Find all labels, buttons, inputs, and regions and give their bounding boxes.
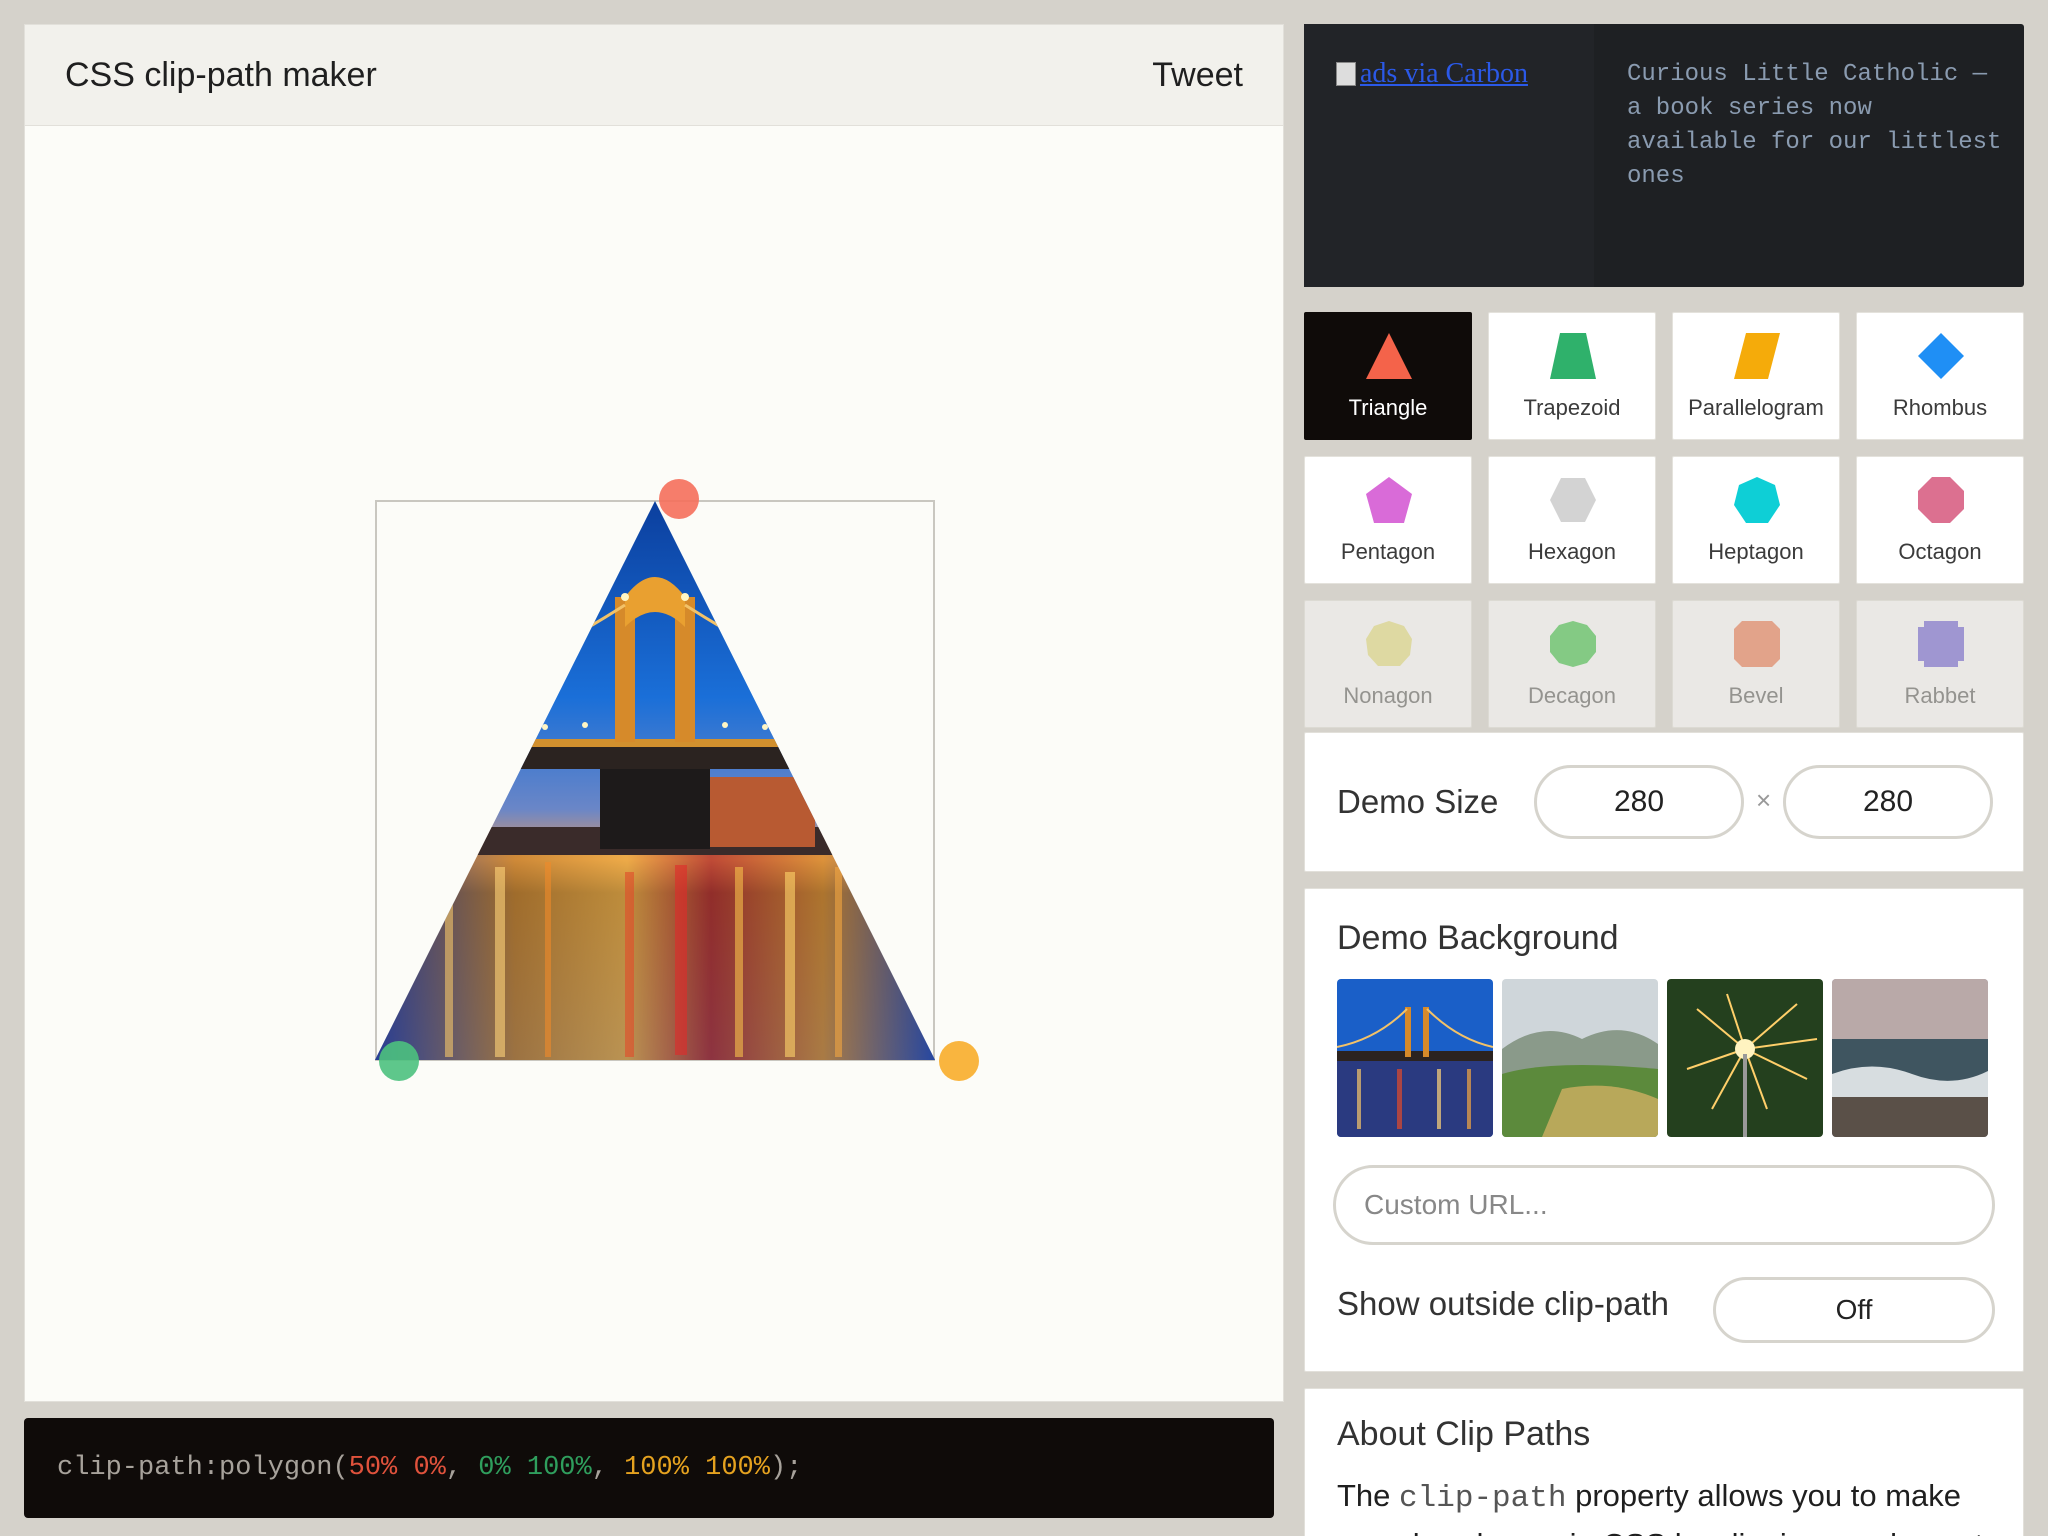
size-separator: × (1756, 785, 1772, 815)
code-point-2: 0% 100% (478, 1453, 592, 1483)
clip-path-stage (25, 127, 1283, 1403)
hills-thumbnail (1502, 979, 1658, 1137)
trapezoid-icon (1550, 333, 1596, 379)
nonagon-icon (1366, 621, 1412, 666)
code-point-1: 50% 0% (348, 1453, 446, 1483)
ad-text[interactable]: Curious Little Catholic — a book series … (1627, 58, 2007, 194)
demo-canvas (375, 479, 979, 1081)
shape-rhombus-button[interactable]: Rhombus (1856, 312, 2024, 440)
demo-size-panel: Demo Size × (1304, 732, 2024, 872)
background-thumb-bridge[interactable] (1337, 979, 1493, 1137)
about-text: The clip-path property allows you to mak… (1337, 1478, 1983, 1536)
heptagon-icon (1734, 477, 1780, 523)
custom-url-input[interactable] (1333, 1165, 1995, 1245)
demo-height-input[interactable] (1783, 765, 1993, 839)
clipped-photo (375, 501, 935, 1060)
shape-triangle-button[interactable]: Triangle (1304, 312, 1472, 440)
pentagon-icon (1366, 477, 1412, 523)
shape-trapezoid-button[interactable]: Trapezoid (1488, 312, 1656, 440)
background-thumb-hills[interactable] (1502, 979, 1658, 1137)
parallelogram-icon (1734, 333, 1780, 379)
carbon-ad[interactable]: ads via Carbon Curious Little Catholic —… (1304, 24, 2024, 287)
handle-bottom-left[interactable] (379, 1041, 419, 1081)
editor-panel: CSS clip-path maker Tweet (24, 24, 1284, 1402)
page-title: CSS clip-path maker (65, 55, 377, 94)
code-function: polygon( (219, 1453, 349, 1483)
octagon-icon (1918, 477, 1964, 523)
demo-width-input[interactable] (1534, 765, 1744, 839)
shape-nonagon-button[interactable]: Nonagon (1304, 600, 1472, 728)
ad-image[interactable]: ads via Carbon (1304, 24, 1594, 287)
rabbet-icon (1918, 621, 1964, 667)
bevel-icon (1734, 621, 1780, 667)
show-outside-toggle[interactable]: Off (1713, 1277, 1995, 1343)
shape-parallelogram-button[interactable]: Parallelogram (1672, 312, 1840, 440)
triangle-icon (1366, 333, 1412, 379)
about-code: clip-path (1399, 1481, 1567, 1516)
shape-heptagon-button[interactable]: Heptagon (1672, 456, 1840, 584)
broken-image-icon (1336, 62, 1356, 86)
shape-hexagon-button[interactable]: Hexagon (1488, 456, 1656, 584)
code-close: ); (769, 1453, 803, 1483)
handle-bottom-right[interactable] (939, 1041, 979, 1081)
rhombus-icon (1918, 333, 1964, 379)
ad-image-alt-link[interactable]: ads via Carbon (1336, 58, 1528, 90)
demo-size-label: Demo Size (1337, 783, 1499, 820)
bridge-thumbnail (1337, 979, 1493, 1137)
handle-top[interactable] (659, 479, 699, 519)
about-panel: About Clip Paths The clip-path property … (1304, 1388, 2024, 1536)
sparkler-thumbnail (1667, 979, 1823, 1137)
app-header: CSS clip-path maker Tweet (25, 25, 1283, 126)
demo-background-panel: Demo Background Custom URL... Show outsi… (1304, 888, 2024, 1372)
shape-decagon-button[interactable]: Decagon (1488, 600, 1656, 728)
hexagon-icon (1550, 478, 1596, 522)
code-property: clip-path: (57, 1453, 220, 1483)
about-title: About Clip Paths (1337, 1415, 1591, 1453)
background-thumb-sparkler[interactable] (1667, 979, 1823, 1137)
shape-pentagon-button[interactable]: Pentagon (1304, 456, 1472, 584)
clip-path-code[interactable]: clip-path: polygon(50% 0%, 0% 100%, 100%… (24, 1418, 1274, 1518)
demo-background-title: Demo Background (1337, 919, 1619, 957)
code-point-3: 100% 100% (624, 1453, 770, 1483)
show-outside-label: Show outside clip-path (1337, 1285, 1670, 1322)
shape-octagon-button[interactable]: Octagon (1856, 456, 2024, 584)
tweet-link[interactable]: Tweet (1152, 56, 1243, 95)
shape-bevel-button[interactable]: Bevel (1672, 600, 1840, 728)
shape-rabbet-button[interactable]: Rabbet (1856, 600, 2024, 728)
sea-thumbnail (1832, 979, 1988, 1137)
background-thumb-sea[interactable] (1832, 979, 1988, 1137)
decagon-icon (1550, 621, 1596, 667)
